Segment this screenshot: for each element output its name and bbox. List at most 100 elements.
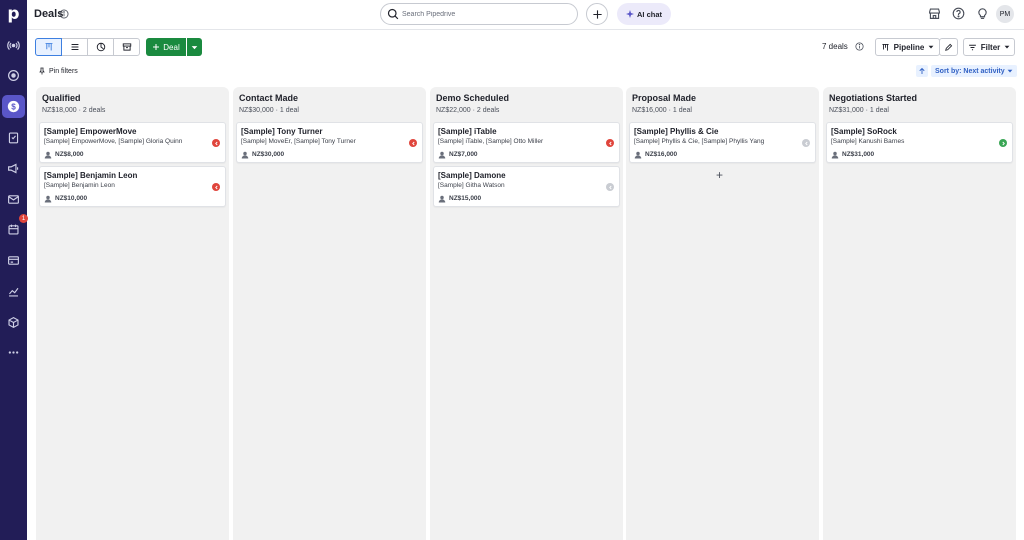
- sort-by-label: Sort by: Next activity: [935, 67, 1005, 75]
- stage-summary: NZ$18,000 · 2 deals: [42, 107, 106, 114]
- stage-column-demo-scheduled: Demo Scheduled NZ$22,000 · 2 deals [Samp…: [430, 87, 623, 540]
- lightbulb-icon[interactable]: [975, 6, 990, 21]
- deal-title: [Sample] Damone: [438, 171, 506, 180]
- deal-card[interactable]: [Sample] EmpowerMove [Sample] EmpowerMov…: [39, 122, 226, 163]
- pin-filters-button[interactable]: Pin filters: [38, 67, 78, 75]
- app: p $ 1 Deals Search Pipedrive AI chat PM …: [0, 0, 1024, 540]
- deal-value: NZ$31,000: [842, 151, 875, 158]
- search-box[interactable]: [380, 3, 578, 25]
- pipeline-selector[interactable]: Pipeline: [875, 38, 940, 56]
- deal-value: NZ$8,000: [55, 151, 84, 158]
- activity-status-icon[interactable]: [212, 139, 220, 147]
- top-bar: Deals AI chat PM: [27, 0, 1024, 30]
- mail-icon[interactable]: [2, 188, 25, 211]
- ai-chat-label: AI chat: [636, 9, 662, 19]
- toolbar: Deal 7 deals Pipeline Filter: [27, 30, 1024, 64]
- filter-button[interactable]: Filter: [963, 38, 1015, 56]
- activity-status-icon[interactable]: [409, 139, 417, 147]
- stage-title: Contact Made: [239, 93, 299, 103]
- deal-persons: [Sample] EmpowerMove, [Sample] Gloria Qu…: [44, 138, 183, 145]
- archive-icon: [122, 43, 131, 51]
- forecast-view-button[interactable]: [87, 38, 114, 56]
- stage-title: Negotiations Started: [829, 93, 918, 103]
- chart-icon[interactable]: [2, 280, 25, 303]
- deal-title: [Sample] SoRock: [831, 127, 897, 136]
- more-icon[interactable]: [2, 341, 25, 364]
- user-avatar[interactable]: PM: [996, 5, 1014, 23]
- deal-value: NZ$30,000: [252, 151, 285, 158]
- deal-count: 7 deals: [822, 42, 848, 51]
- pin-filters-label: Pin filters: [49, 67, 78, 75]
- deal-title: [Sample] iTable: [438, 127, 497, 136]
- box-icon[interactable]: [2, 311, 25, 334]
- user-icon: [44, 151, 52, 159]
- deal-card[interactable]: [Sample] iTable [Sample] iTable, [Sample…: [433, 122, 620, 163]
- deal-value: NZ$15,000: [449, 195, 482, 202]
- deal-card[interactable]: [Sample] SoRock [Sample] Kanushi Barnes …: [826, 122, 1013, 163]
- deal-card[interactable]: [Sample] Phyllis & Cie [Sample] Phyllis …: [629, 122, 816, 163]
- user-icon: [44, 195, 52, 203]
- deal-card[interactable]: [Sample] Damone [Sample] Githa Watson NZ…: [433, 166, 620, 207]
- stage-summary: NZ$30,000 · 1 deal: [239, 107, 299, 114]
- add-deal-label: Deal: [163, 42, 180, 52]
- quick-add-button[interactable]: [586, 3, 608, 25]
- clipboard-icon[interactable]: [2, 126, 25, 149]
- stage-summary: NZ$16,000 · 1 deal: [632, 107, 692, 114]
- chevron-down-icon: [1004, 45, 1010, 49]
- search-input[interactable]: [402, 6, 572, 22]
- list-view-button[interactable]: [61, 38, 88, 56]
- deal-title: [Sample] EmpowerMove: [44, 127, 137, 136]
- calendar-badge: 1: [19, 214, 28, 223]
- deal-value: NZ$16,000: [645, 151, 678, 158]
- add-deal-button[interactable]: Deal: [146, 38, 186, 56]
- deal-card[interactable]: [Sample] Benjamin Leon [Sample] Benjamin…: [39, 166, 226, 207]
- stage-column-proposal-made: Proposal Made NZ$16,000 · 1 deal [Sample…: [626, 87, 819, 540]
- deal-persons: [Sample] Githa Watson: [438, 182, 505, 189]
- sparkle-icon: [625, 10, 634, 18]
- calendar-icon[interactable]: 1: [2, 214, 28, 241]
- activity-status-icon[interactable]: [802, 139, 810, 147]
- target-icon[interactable]: [2, 64, 25, 87]
- marketplace-icon[interactable]: [927, 6, 942, 21]
- user-icon: [438, 151, 446, 159]
- filter-icon: [968, 44, 976, 50]
- list-icon: [71, 44, 78, 50]
- archive-view-button[interactable]: [113, 38, 140, 56]
- add-deal-to-stage[interactable]: +: [716, 168, 723, 182]
- kanban-icon: [882, 43, 889, 51]
- pipedrive-logo[interactable]: p: [3, 3, 24, 24]
- deal-card[interactable]: [Sample] Tony Turner [Sample] MoveEr, [S…: [236, 122, 423, 163]
- card-icon[interactable]: [2, 249, 25, 272]
- deal-value: NZ$7,000: [449, 151, 478, 158]
- activity-status-icon[interactable]: [606, 183, 614, 191]
- info-icon[interactable]: [855, 42, 864, 51]
- activity-status-icon[interactable]: [606, 139, 614, 147]
- pipeline-label: Pipeline: [893, 42, 925, 52]
- stage-summary: NZ$31,000 · 1 deal: [829, 107, 889, 114]
- megaphone-icon[interactable]: [2, 157, 25, 180]
- deal-persons: [Sample] iTable, [Sample] Otto Miller: [438, 138, 544, 145]
- activity-status-icon[interactable]: [212, 183, 220, 191]
- sort-direction-button[interactable]: [916, 65, 928, 77]
- forecast-icon: [96, 42, 105, 52]
- info-icon[interactable]: [59, 9, 69, 19]
- help-icon[interactable]: [951, 6, 966, 21]
- edit-pipeline-button[interactable]: [939, 38, 958, 56]
- stage-column-negotiations-started: Negotiations Started NZ$31,000 · 1 deal …: [823, 87, 1016, 540]
- pin-icon: [39, 67, 45, 75]
- user-icon: [831, 151, 839, 159]
- dollar-icon[interactable]: $: [2, 95, 25, 118]
- view-switcher: [35, 38, 140, 56]
- stage-title: Proposal Made: [632, 93, 697, 103]
- sort-by-dropdown[interactable]: Sort by: Next activity: [931, 65, 1017, 77]
- ai-chat-button[interactable]: AI chat: [617, 3, 671, 25]
- kanban-icon: [45, 43, 52, 51]
- pencil-icon: [945, 43, 953, 51]
- radio-icon[interactable]: [2, 34, 25, 57]
- stage-summary: NZ$22,000 · 2 deals: [436, 107, 500, 114]
- arrow-up-icon: [919, 67, 925, 74]
- user-icon: [634, 151, 642, 159]
- activity-status-icon[interactable]: [999, 139, 1007, 147]
- pipeline-view-button[interactable]: [35, 38, 62, 56]
- add-deal-dropdown[interactable]: [187, 38, 202, 56]
